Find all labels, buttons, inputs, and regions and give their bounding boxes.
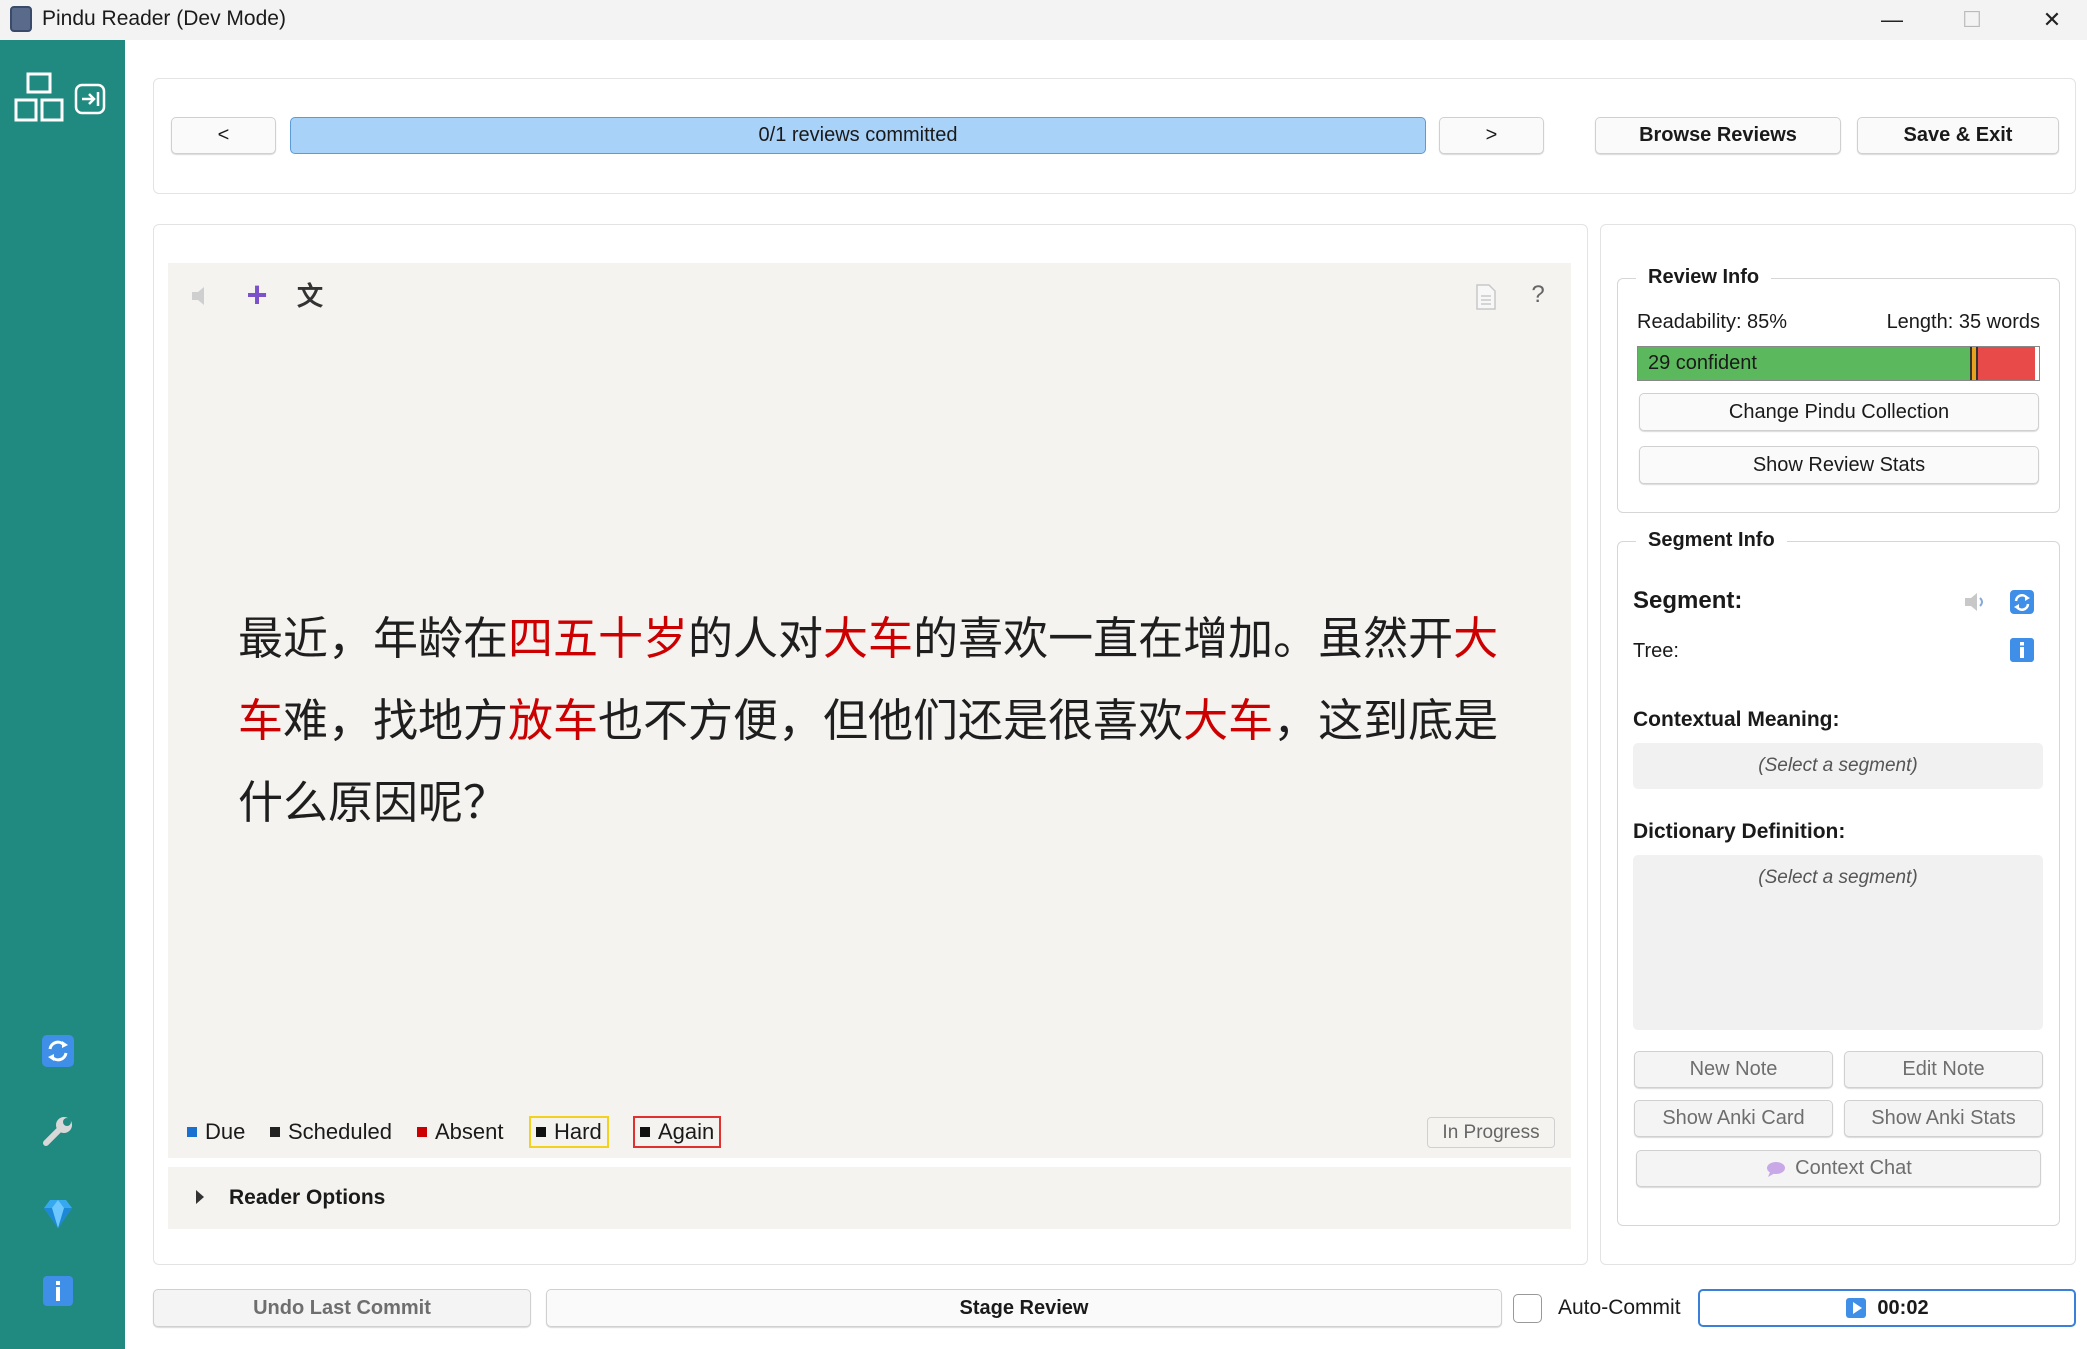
text-segment[interactable]: 难，找地方 — [283, 694, 508, 747]
confident-segment: 29 confident — [1638, 347, 1971, 380]
save-exit-button[interactable]: Save & Exit — [1857, 117, 2059, 154]
hard-segment — [1970, 347, 1979, 380]
highlighted-word[interactable]: 放车 — [508, 694, 598, 747]
timer-button[interactable]: 00:02 — [1698, 1289, 2076, 1327]
show-review-stats-button[interactable]: Show Review Stats — [1639, 446, 2039, 484]
title-bar — [0, 0, 2087, 40]
legend-scheduled: Scheduled — [270, 1116, 392, 1148]
text-segment[interactable]: 最近，年龄在 — [238, 612, 508, 665]
length-text: Length: 35 words — [1886, 311, 2040, 333]
scheduled-swatch — [270, 1127, 280, 1137]
timer-text: 00:02 — [1877, 1296, 1929, 1319]
legend-again: Again — [633, 1116, 722, 1148]
stage-review-button[interactable]: Stage Review — [546, 1289, 1502, 1327]
highlighted-word[interactable]: 大车 — [823, 612, 913, 665]
legend-scheduled-label: Scheduled — [288, 1119, 392, 1144]
review-progress-bar: 0/1 reviews committed — [290, 117, 1426, 154]
expand-arrow-icon — [196, 1190, 204, 1204]
window-title: Pindu Reader (Dev Mode) — [42, 7, 286, 30]
segment-info-title: Segment Info — [1636, 527, 1787, 553]
legend-due-label: Due — [205, 1119, 246, 1144]
minimize-button[interactable]: — — [1852, 0, 1932, 40]
prev-review-button[interactable]: < — [171, 117, 276, 154]
sidebar — [0, 40, 125, 1349]
play-icon — [1846, 1298, 1867, 1318]
edit-note-button[interactable]: Edit Note — [1844, 1051, 2043, 1088]
readability-bar: 29 confident — [1637, 346, 2040, 381]
again-swatch — [640, 1127, 650, 1137]
speaker-icon[interactable] — [189, 284, 213, 308]
sync-icon[interactable] — [38, 1031, 78, 1071]
dictionary-definition-label: Dictionary Definition: — [1633, 820, 1846, 843]
legend-absent-label: Absent — [435, 1119, 504, 1144]
layout-icon[interactable] — [14, 72, 64, 124]
hard-swatch — [536, 1127, 546, 1137]
text-segment[interactable]: 的人对 — [688, 612, 823, 665]
status-badge: In Progress — [1427, 1117, 1555, 1148]
info-icon[interactable] — [38, 1271, 78, 1311]
chat-icon — [1767, 1161, 1786, 1177]
translate-icon[interactable]: 文 — [293, 280, 327, 314]
undo-last-commit-button[interactable]: Undo Last Commit — [153, 1289, 531, 1327]
text-segment[interactable]: 的喜欢一直在增加。虽然开 — [913, 612, 1453, 665]
auto-commit-checkbox[interactable] — [1513, 1294, 1542, 1323]
document-icon[interactable] — [1474, 283, 1498, 311]
change-collection-button[interactable]: Change Pindu Collection — [1639, 393, 2039, 431]
confident-label: 29 confident — [1648, 352, 1757, 374]
add-icon[interactable]: + — [240, 276, 274, 314]
show-anki-card-button[interactable]: Show Anki Card — [1634, 1100, 1833, 1137]
review-info-title: Review Info — [1636, 264, 1772, 290]
reader-options-label: Reader Options — [229, 1186, 386, 1209]
app-icon — [10, 6, 32, 32]
info-icon[interactable] — [2009, 637, 2035, 663]
help-icon[interactable]: ? — [1526, 280, 1550, 310]
speaker-icon[interactable] — [1962, 590, 1988, 614]
next-review-button[interactable]: > — [1439, 117, 1544, 154]
show-anki-stats-button[interactable]: Show Anki Stats — [1844, 1100, 2043, 1137]
readability-text: Readability: 85% — [1637, 311, 1788, 333]
due-swatch — [187, 1127, 197, 1137]
text-segment[interactable]: 也不方便，但他们还是很喜欢 — [598, 694, 1183, 747]
absent-segment — [1978, 347, 2035, 380]
browse-reviews-button[interactable]: Browse Reviews — [1595, 117, 1841, 154]
legend-due: Due — [187, 1116, 245, 1148]
contextual-meaning-label: Contextual Meaning: — [1633, 708, 1840, 731]
context-chat-label: Context Chat — [1795, 1157, 1912, 1179]
absent-swatch — [417, 1127, 427, 1137]
segment-label: Segment: — [1633, 587, 1743, 614]
legend-hard-label: Hard — [554, 1119, 602, 1144]
highlighted-word[interactable]: 四五十岁 — [508, 612, 688, 665]
refresh-icon[interactable] — [2009, 589, 2035, 615]
exit-icon[interactable] — [74, 83, 108, 115]
context-chat-button[interactable]: Context Chat — [1636, 1150, 2041, 1187]
new-note-button[interactable]: New Note — [1634, 1051, 1833, 1088]
maximize-button[interactable]: ☐ — [1932, 0, 2012, 40]
auto-commit-label: Auto-Commit — [1558, 1296, 1681, 1319]
reader-text[interactable]: 最近，年龄在四五十岁的人对大车的喜欢一直在增加。虽然开大车难，找地方放车也不方便… — [238, 598, 1518, 844]
dictionary-definition-box: (Select a segment) — [1633, 855, 2043, 1030]
legend-hard: Hard — [529, 1116, 609, 1148]
contextual-meaning-box: (Select a segment) — [1633, 743, 2043, 789]
wrench-icon[interactable] — [38, 1111, 78, 1151]
legend-absent: Absent — [417, 1116, 504, 1148]
highlighted-word[interactable]: 大车 — [1183, 694, 1273, 747]
close-button[interactable]: ✕ — [2012, 0, 2087, 40]
gem-icon[interactable] — [38, 1194, 78, 1234]
tree-label: Tree: — [1633, 640, 1679, 662]
legend-again-label: Again — [658, 1119, 715, 1144]
